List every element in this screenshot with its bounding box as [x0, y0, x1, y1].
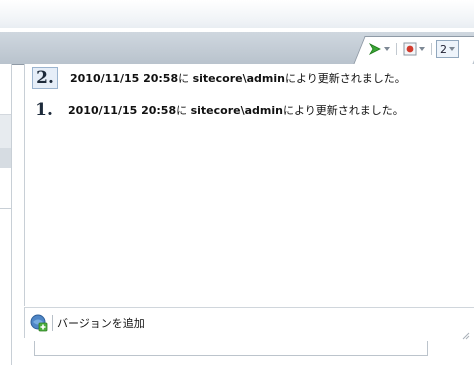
toolbar-separator — [396, 43, 397, 55]
version-count-dropdown[interactable]: 2 — [436, 40, 459, 58]
tab-strip-gap — [0, 28, 474, 32]
resize-grip-icon[interactable] — [460, 330, 470, 340]
left-pane-edge — [0, 64, 12, 365]
chevron-down-icon — [449, 47, 455, 51]
left-pane-band — [0, 148, 11, 168]
version-description: 2010/11/15 20:58に sitecore\adminにより更新されま… — [70, 70, 406, 86]
record-dropdown[interactable] — [401, 40, 427, 58]
left-pane-band — [0, 208, 11, 359]
version-suffix: により更新されました。 — [283, 104, 404, 117]
version-toolbar: 2 — [366, 39, 459, 59]
left-pane-band — [0, 114, 11, 150]
version-number-badge: 2. — [32, 67, 58, 89]
add-version-label[interactable]: バージョンを追加 — [57, 315, 145, 331]
version-suffix: により更新されました。 — [285, 72, 406, 85]
red-record-icon — [403, 42, 417, 56]
version-date: 2010/11/15 20:58 — [70, 72, 179, 85]
version-particle: に — [178, 72, 190, 85]
add-version-icon — [30, 314, 48, 332]
add-version-button[interactable] — [30, 314, 48, 332]
chevron-down-icon — [384, 47, 390, 51]
version-row[interactable]: 2. 2010/11/15 20:58に sitecore\adminにより更新… — [32, 67, 406, 89]
version-particle: に — [176, 104, 188, 117]
version-user: sitecore\admin — [190, 104, 283, 117]
version-number-badge: 1. — [35, 100, 53, 120]
toolbar-separator — [431, 43, 432, 55]
version-count-label: 2 — [440, 42, 447, 56]
version-user: sitecore\admin — [192, 72, 285, 85]
green-arrow-icon — [368, 43, 381, 55]
bottom-field — [34, 341, 428, 356]
navigate-dropdown[interactable] — [366, 40, 392, 58]
footer-separator — [52, 315, 53, 331]
version-list-panel: 2. 2010/11/15 20:58に sitecore\adminにより更新… — [24, 64, 474, 306]
version-date: 2010/11/15 20:58 — [68, 104, 177, 117]
version-row[interactable]: 1. 2010/11/15 20:58に sitecore\adminにより更新… — [32, 99, 404, 121]
version-description: 2010/11/15 20:58に sitecore\adminにより更新されま… — [68, 102, 404, 118]
version-panel-footer: バージョンを追加 — [24, 307, 474, 338]
window-titlebar — [0, 0, 474, 31]
chevron-down-icon — [419, 47, 425, 51]
